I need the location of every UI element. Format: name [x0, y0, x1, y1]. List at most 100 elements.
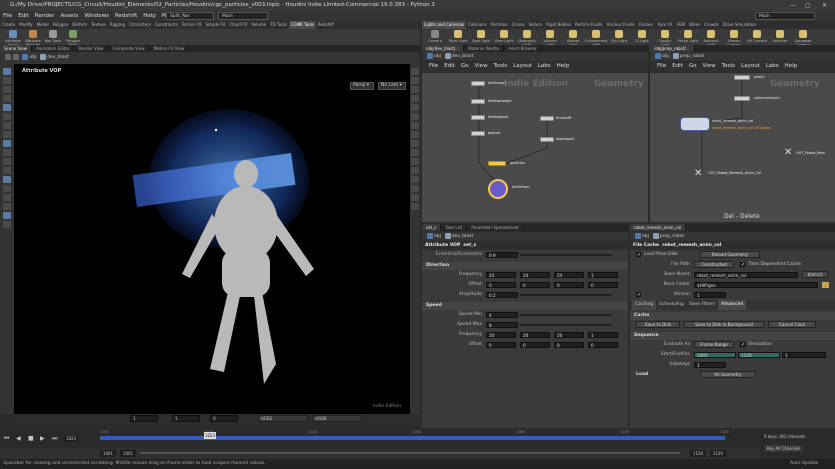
cancel-cook-button[interactable]: Cancel Cook [768, 321, 816, 328]
shelf-tab[interactable]: Viscous Fluids [605, 21, 637, 29]
shelf-tab[interactable]: Oceans [637, 21, 656, 29]
net-menu-labs[interactable]: Labs [763, 62, 782, 71]
play-icon[interactable]: ▶ [40, 435, 45, 442]
viewer-tool-button[interactable] [3, 131, 11, 138]
forward-icon[interactable] [13, 53, 19, 60]
parm-slider[interactable] [520, 324, 612, 326]
colorspace-select[interactable]: ACES [258, 415, 308, 422]
display-option-button[interactable] [411, 185, 419, 192]
shelf-tool[interactable]: Environment Light [585, 30, 607, 47]
path-root[interactable]: obj [662, 54, 669, 59]
shelf-tab-active[interactable]: Lights and Cameras [422, 21, 466, 29]
maximize-button[interactable]: ▢ [805, 0, 811, 11]
tab-take-list[interactable]: Take List [441, 224, 468, 231]
shelf-tool[interactable]: Point Light [447, 30, 469, 44]
viewer-tool-button[interactable] [3, 104, 11, 111]
folder-icon[interactable] [822, 282, 829, 288]
frame-field-a[interactable]: 1 [130, 415, 158, 422]
parm-field[interactable]: 0 [486, 282, 516, 288]
display-option-button[interactable] [411, 131, 419, 138]
display-option-button[interactable] [411, 167, 419, 174]
path-node[interactable]: prep_robot [680, 54, 704, 59]
timeline[interactable]: 1001 1020 1040 1060 1080 1100 1120 1023 … [0, 430, 760, 448]
node[interactable] [734, 75, 750, 80]
base-folder-field[interactable]: $HIP/geo [694, 282, 818, 288]
shelf-tab[interactable]: Wires [687, 21, 702, 29]
shelf-tab[interactable]: Drive Simulation [721, 21, 758, 29]
shelf-tool[interactable]: Portal Light [677, 30, 699, 44]
parm-slider[interactable] [520, 294, 612, 296]
parm-field[interactable]: 20 [520, 332, 550, 338]
tab-asset-browser[interactable]: Asset Browser [504, 45, 542, 52]
path-root[interactable]: obj [29, 55, 36, 60]
viewer-tool-button[interactable] [3, 86, 11, 93]
key-all-button[interactable]: Key All Channels [764, 445, 804, 452]
parm-field[interactable]: 24 [520, 272, 550, 278]
range-end-field[interactable]: 1120 [690, 450, 706, 457]
net-menu-tools[interactable]: Tools [491, 62, 511, 71]
net-menu-go[interactable]: Go [458, 62, 472, 71]
net-menu-tools[interactable]: Tools [719, 62, 739, 71]
tab-animation-editor[interactable]: Animation Editor [32, 45, 75, 52]
path-node[interactable]: dev_blast [452, 54, 474, 59]
shelf-tool[interactable]: Attribute Adjust [4, 30, 22, 47]
shelf-tool[interactable]: Stereo Camera [723, 30, 745, 47]
display-option-button[interactable] [411, 104, 419, 111]
viewer-tool-button[interactable] [3, 158, 11, 165]
shelf-tool[interactable]: GI Light [631, 30, 653, 44]
parm-slider[interactable] [520, 314, 612, 316]
parm-field[interactable]: 0 [520, 282, 550, 288]
shelf-tab[interactable]: Deform [70, 21, 89, 29]
tab-scene-view[interactable]: Scene View [0, 45, 32, 52]
parm-field[interactable]: 0.2 [486, 292, 518, 298]
shelf-tab[interactable]: Simple FX [204, 21, 228, 29]
shelf-tab[interactable]: Vellum [527, 21, 545, 29]
viewer-tool-button[interactable] [3, 203, 11, 210]
net-menu-go[interactable]: Go [686, 62, 700, 71]
menu-help[interactable]: Help [140, 11, 159, 21]
menu-render[interactable]: Render [32, 11, 58, 21]
viewer-tool-button[interactable] [3, 167, 11, 174]
node[interactable] [540, 137, 554, 142]
parm-field[interactable]: 8 [486, 322, 518, 328]
section-load[interactable]: Load [636, 370, 648, 380]
shelf-tool[interactable]: Spot Light [470, 30, 492, 44]
subtab-save-filters[interactable]: Save Filters [686, 300, 718, 310]
tab-parameter-spreadsheet[interactable]: Parameter Spreadsheet [467, 224, 524, 231]
viewer-tool-button[interactable] [3, 176, 11, 183]
net-menu-labs[interactable]: Labs [535, 62, 554, 71]
shelf-tab[interactable]: Collisions [466, 21, 489, 29]
base-name-field[interactable]: robot_remesh_anim_col [694, 272, 798, 278]
parm-field[interactable]: 0.9 [486, 252, 518, 258]
viewer-tool-button[interactable] [3, 95, 11, 102]
save-to-disk-button[interactable]: Save to Disk [636, 321, 680, 328]
node[interactable] [471, 131, 485, 136]
shelf-tool[interactable]: Sky Light [608, 30, 630, 44]
node[interactable] [540, 116, 554, 121]
shelf-tab[interactable]: FEM [675, 21, 687, 29]
shelf-tab[interactable]: Pyro FX [656, 21, 675, 29]
shelf-tool[interactable]: Box Tools [44, 30, 62, 44]
viewer-tool-button[interactable] [3, 185, 11, 192]
shelf-tab-active[interactable]: CGMK Tools [288, 21, 316, 29]
close-button[interactable]: ✕ [822, 0, 827, 11]
shelf-tool[interactable]: Polygon Tools [64, 30, 82, 47]
shelf-tool[interactable]: Geometry Light [516, 30, 538, 47]
global-start-field[interactable]: 1001 [120, 450, 136, 457]
current-frame-marker[interactable]: 1023 [204, 432, 216, 439]
node-name[interactable]: robot_remesh_anim_col [662, 243, 721, 248]
node[interactable] [734, 96, 750, 101]
net-menu-view[interactable]: View [472, 62, 491, 71]
path-root[interactable]: obj [434, 234, 441, 239]
load-from-disk-checkbox[interactable]: ✓ [636, 252, 641, 258]
shelf-tab[interactable]: Particle Fluids [573, 21, 605, 29]
file-path-select[interactable]: Constructed [694, 261, 734, 268]
net-menu-edit[interactable]: Edit [441, 62, 458, 71]
shelf-tool[interactable]: Distant Light [562, 30, 584, 47]
menu-file[interactable]: File [0, 11, 15, 21]
skip-start-icon[interactable]: ⏮ [4, 435, 9, 443]
viewer-tool-button[interactable] [3, 149, 11, 156]
increment-field[interactable]: 1 [782, 352, 826, 358]
range-start-field[interactable]: 1001 [100, 450, 116, 457]
evaluate-as-select[interactable]: Frame Range [694, 341, 734, 348]
